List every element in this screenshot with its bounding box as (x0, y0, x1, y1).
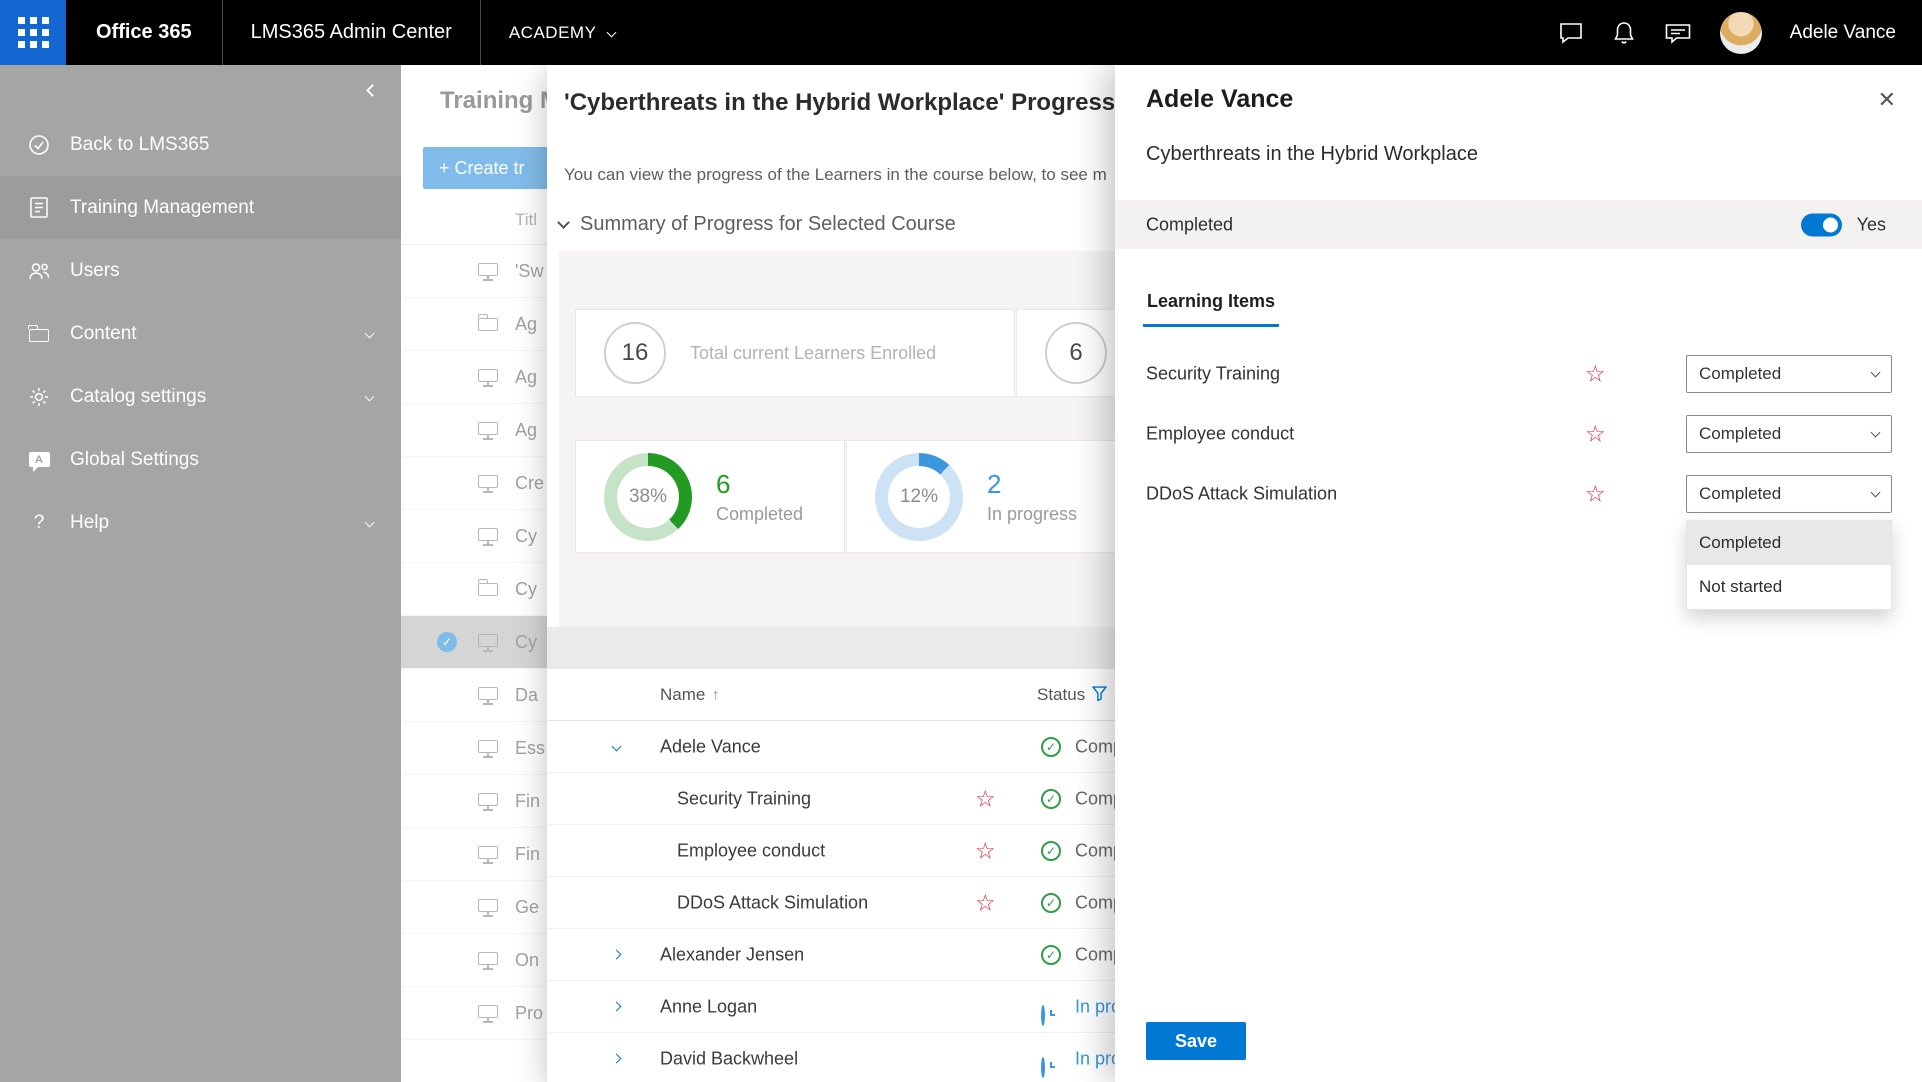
dialog-description: You can view the progress of the Learner… (564, 165, 1107, 185)
required-star-icon (975, 787, 996, 810)
chevron-right-icon[interactable] (612, 950, 622, 960)
learning-item-name: DDoS Attack Simulation (1146, 484, 1337, 505)
learner-name: David Backwheel (660, 1048, 798, 1069)
completed-toggle[interactable] (1801, 213, 1842, 236)
office365-link[interactable]: Office 365 (66, 0, 222, 65)
notifications-bell-icon[interactable] (1612, 20, 1636, 46)
screen: Office 365 LMS365 Admin Center ACADEMY A… (0, 0, 1922, 1082)
feedback-icon[interactable] (1664, 21, 1692, 45)
chat-icon[interactable] (1558, 21, 1584, 45)
chevron-down-icon (1871, 368, 1881, 378)
learning-item-name: Security Training (677, 788, 811, 809)
completed-status-icon (1041, 945, 1061, 965)
inprogress-status-icon (1041, 1005, 1045, 1026)
chevron-down-icon[interactable] (612, 742, 622, 752)
chevron-right-icon[interactable] (612, 1054, 622, 1064)
required-star-icon (975, 891, 996, 914)
learning-item: Security Training Completed (1115, 344, 1922, 404)
status-dropdown-menu: Completed Not started (1686, 520, 1892, 610)
toggle-state-label: Yes (1857, 214, 1886, 235)
filter-icon[interactable] (1092, 686, 1107, 706)
required-star-icon (1585, 363, 1606, 386)
enrolled-label: Total current Learners Enrolled (690, 343, 936, 364)
avatar[interactable] (1720, 12, 1762, 54)
toggle-knob (1823, 217, 1838, 232)
learner-name: Adele Vance (660, 736, 761, 757)
dropdown-value: Completed (1699, 364, 1781, 384)
learning-item-name: Security Training (1146, 364, 1280, 385)
waffle-grid-icon (18, 17, 49, 48)
completed-toggle-label: Completed (1146, 214, 1233, 235)
completed-label: Completed (716, 504, 803, 525)
dropdown-value: Completed (1699, 484, 1781, 504)
inprogress-label: In progress (987, 504, 1077, 525)
completed-percent: 38% (604, 453, 692, 541)
learner-name: Alexander Jensen (660, 944, 804, 965)
admin-center-link[interactable]: LMS365 Admin Center (223, 0, 480, 65)
chevron-down-icon (1871, 428, 1881, 438)
chevron-down-icon (557, 216, 570, 229)
completed-status-icon (1041, 737, 1061, 757)
completed-donut-chart: 38% (604, 453, 692, 541)
learner-detail-panel: Adele Vance Cyberthreats in the Hybrid W… (1115, 65, 1922, 1082)
completed-status-icon (1041, 893, 1061, 913)
topbar-actions: Adele Vance (1558, 0, 1922, 65)
panel-title: Adele Vance (1146, 85, 1293, 114)
dropdown-option-completed[interactable]: Completed (1687, 521, 1891, 565)
status-column-header[interactable]: Status (1037, 685, 1085, 705)
chevron-right-icon[interactable] (612, 1002, 622, 1012)
status-dropdown[interactable]: Completed (1686, 415, 1892, 453)
sort-ascending-icon (712, 686, 720, 703)
status-dropdown-open[interactable]: Completed (1686, 475, 1892, 513)
inprogress-percent: 12% (875, 453, 963, 541)
completed-stat-card: 38% 6 Completed (575, 440, 845, 553)
required-star-icon (1585, 483, 1606, 506)
completed-toggle-bar: Completed Yes (1115, 200, 1922, 249)
learning-item-name: Employee conduct (677, 840, 825, 861)
learner-name: Anne Logan (660, 996, 757, 1017)
inprogress-donut-chart: 12% (875, 453, 963, 541)
save-button[interactable]: Save (1146, 1022, 1246, 1060)
dropdown-option-not-started[interactable]: Not started (1687, 565, 1891, 609)
tenant-menu[interactable]: ACADEMY (481, 0, 644, 65)
completed-status-icon (1041, 789, 1061, 809)
required-star-icon (1585, 423, 1606, 446)
status-dropdown[interactable]: Completed (1686, 355, 1892, 393)
user-name: Adele Vance (1790, 22, 1896, 44)
inprogress-status-icon (1041, 1057, 1045, 1078)
second-count: 6 (1045, 322, 1107, 384)
enrolled-stat-card: 16 Total current Learners Enrolled (575, 309, 1015, 397)
completed-count: 6 (716, 469, 803, 500)
dropdown-value: Completed (1699, 424, 1781, 444)
tab-learning-items[interactable]: Learning Items (1143, 285, 1279, 327)
learning-item-name: Employee conduct (1146, 424, 1294, 445)
learning-item: Employee conduct Completed (1115, 404, 1922, 464)
name-column-header[interactable]: Name (660, 685, 705, 705)
chevron-down-icon (1871, 488, 1881, 498)
chevron-down-icon (607, 28, 617, 38)
summary-section-label: Summary of Progress for Selected Course (580, 213, 956, 236)
learning-item-name: DDoS Attack Simulation (677, 892, 868, 913)
close-icon[interactable] (1878, 87, 1896, 113)
dialog-title: 'Cyberthreats in the Hybrid Workplace' P… (564, 89, 1115, 117)
app-launcher-icon[interactable] (0, 0, 66, 65)
learning-item: DDoS Attack Simulation Completed (1115, 464, 1922, 524)
top-bar: Office 365 LMS365 Admin Center ACADEMY A… (0, 0, 1922, 65)
enrolled-count: 16 (604, 322, 666, 384)
inprogress-count: 2 (987, 469, 1077, 500)
panel-course-name: Cyberthreats in the Hybrid Workplace (1146, 143, 1478, 166)
completed-status-icon (1041, 841, 1061, 861)
summary-section-toggle[interactable]: Summary of Progress for Selected Course (559, 213, 956, 236)
required-star-icon (975, 839, 996, 862)
tenant-name: ACADEMY (509, 23, 597, 43)
